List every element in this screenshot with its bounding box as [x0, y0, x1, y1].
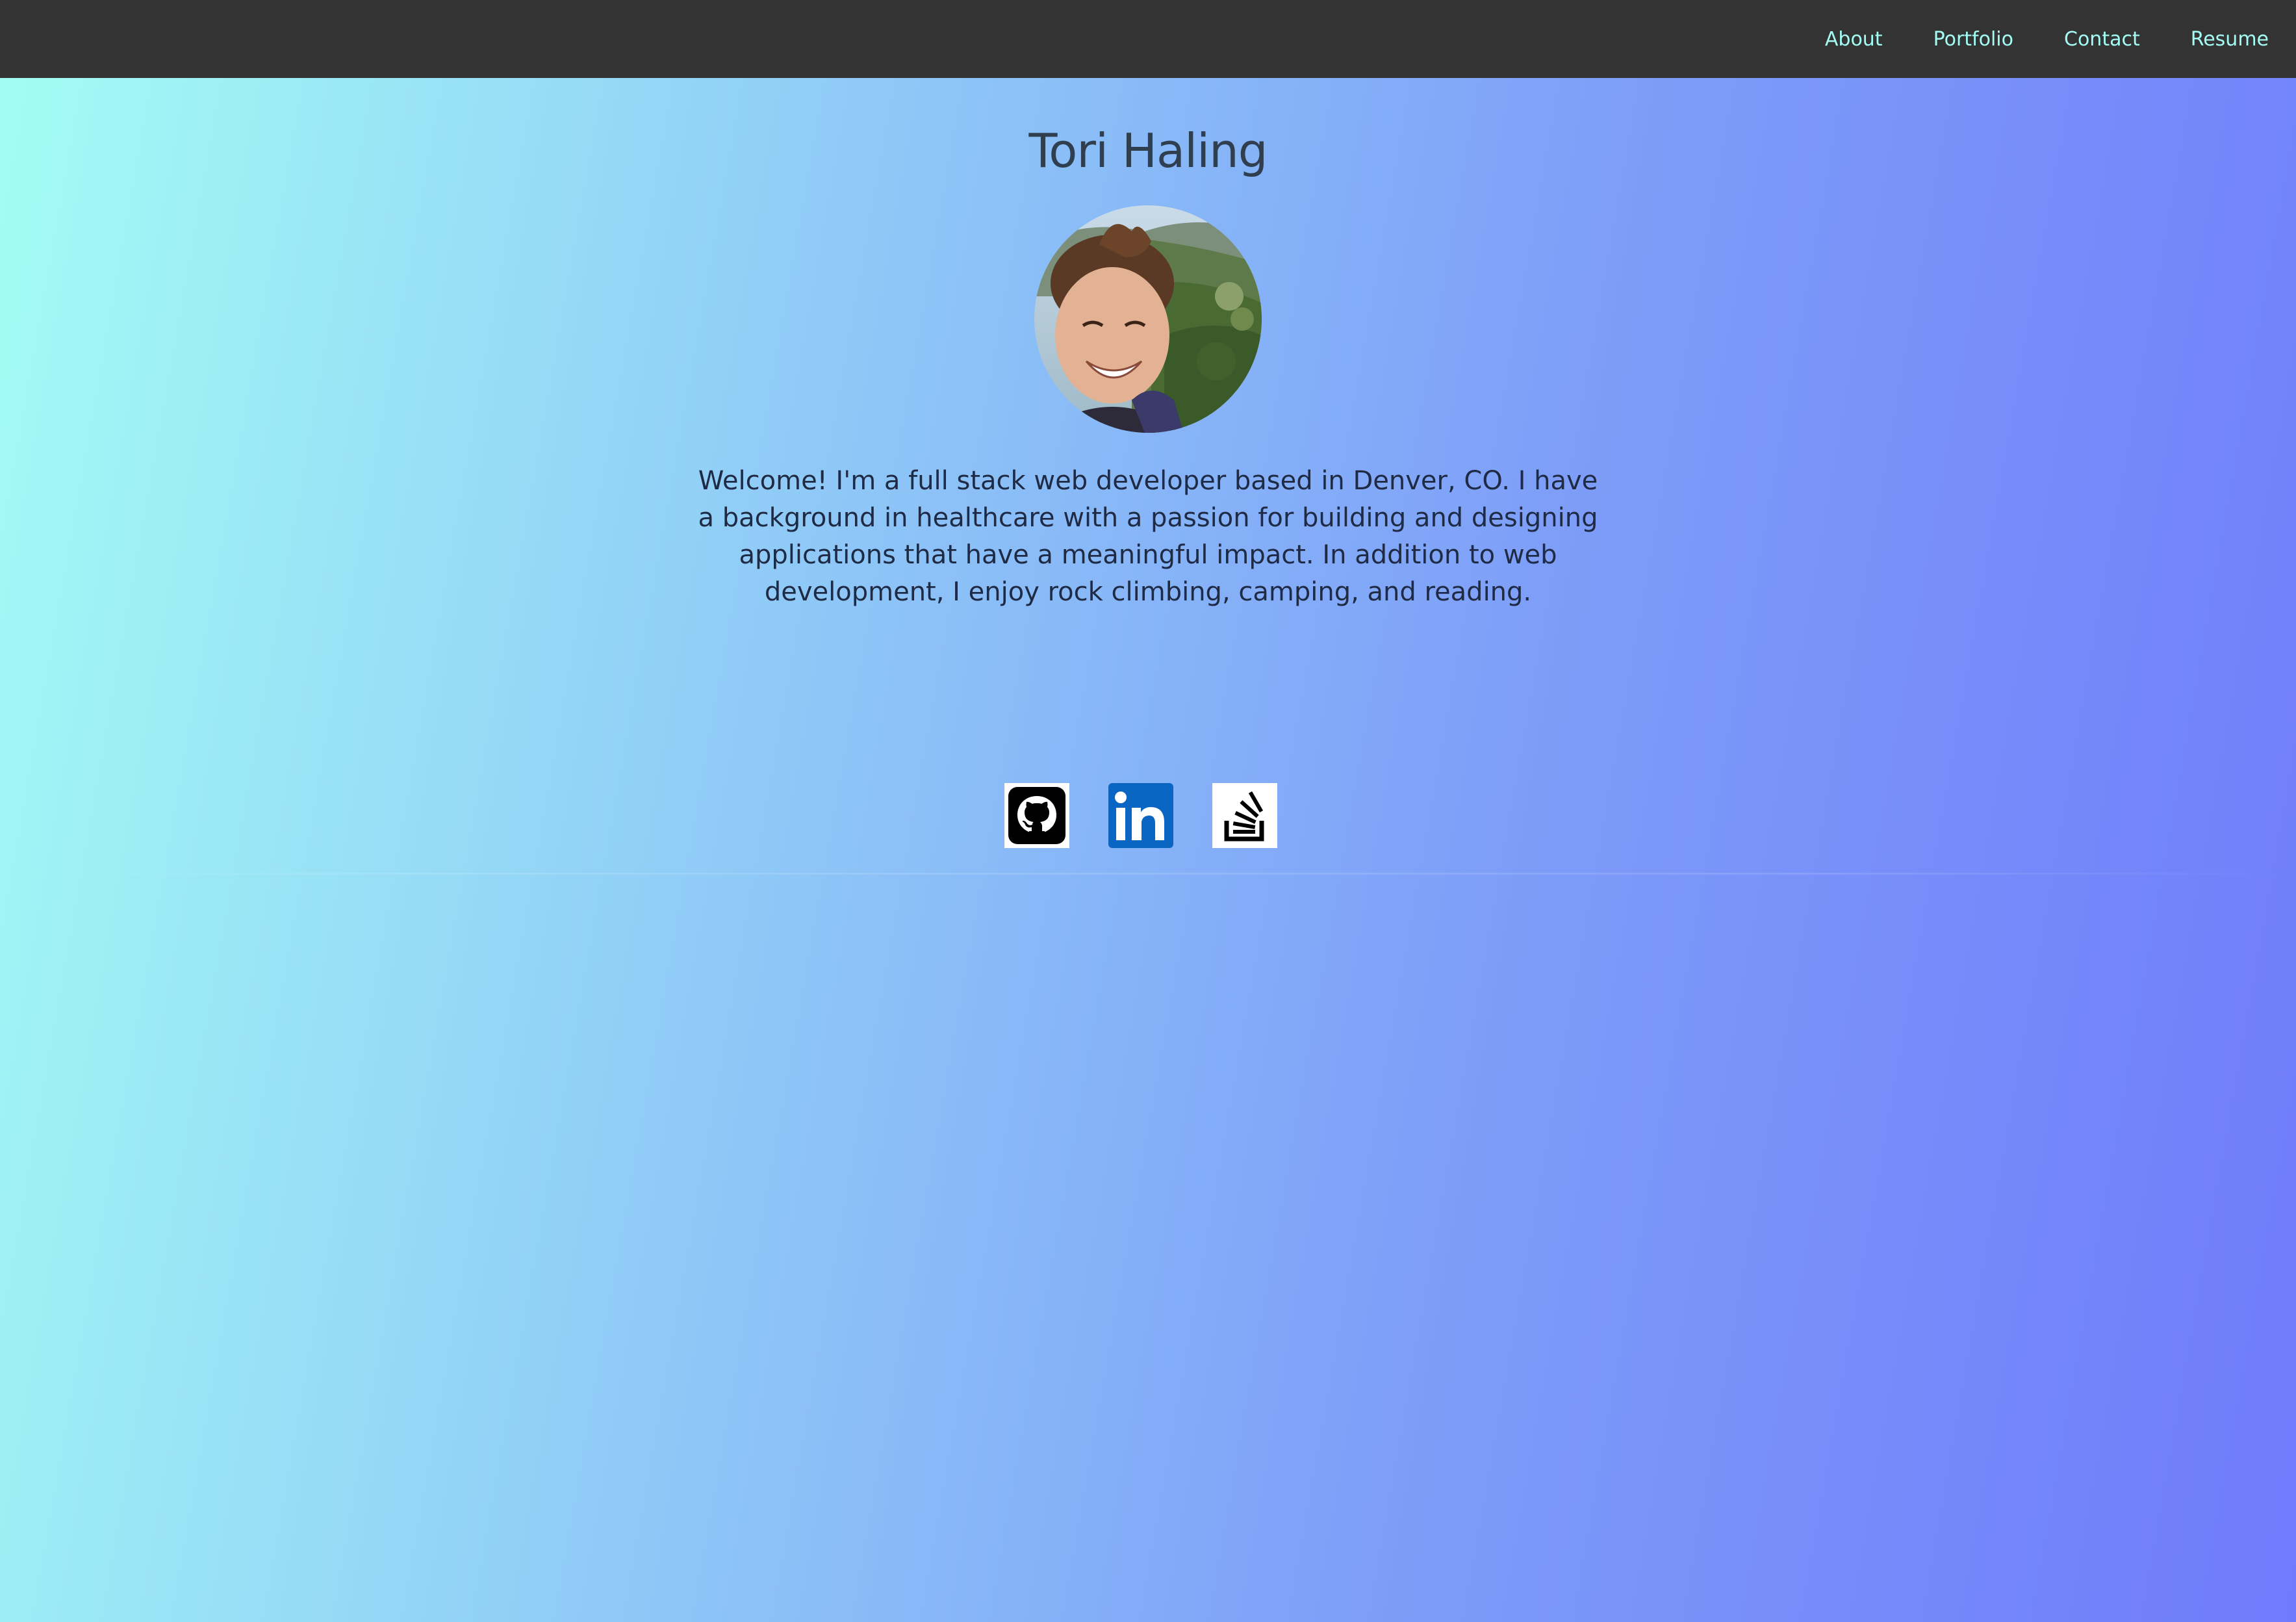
linkedin-icon	[1108, 783, 1173, 848]
avatar	[1034, 205, 1262, 433]
profile-photo	[1034, 205, 1262, 433]
section-divider	[0, 873, 2296, 875]
github-link[interactable]	[1004, 783, 1069, 848]
intro-paragraph: Welcome! I'm a full stack web developer …	[698, 466, 1598, 607]
nav-link-portfolio[interactable]: Portfolio	[1933, 28, 2013, 51]
page-title: Tori Haling	[1028, 123, 1268, 178]
github-icon	[1004, 783, 1069, 848]
nav-link-about[interactable]: About	[1825, 28, 1883, 51]
nav-link-contact[interactable]: Contact	[2064, 28, 2140, 51]
stackoverflow-link[interactable]	[1212, 783, 1277, 848]
nav-link-resume[interactable]: Resume	[2191, 28, 2269, 51]
stackoverflow-icon	[1212, 783, 1277, 848]
top-navbar: About Portfolio Contact Resume	[0, 0, 2296, 78]
linkedin-link[interactable]	[1108, 783, 1173, 848]
